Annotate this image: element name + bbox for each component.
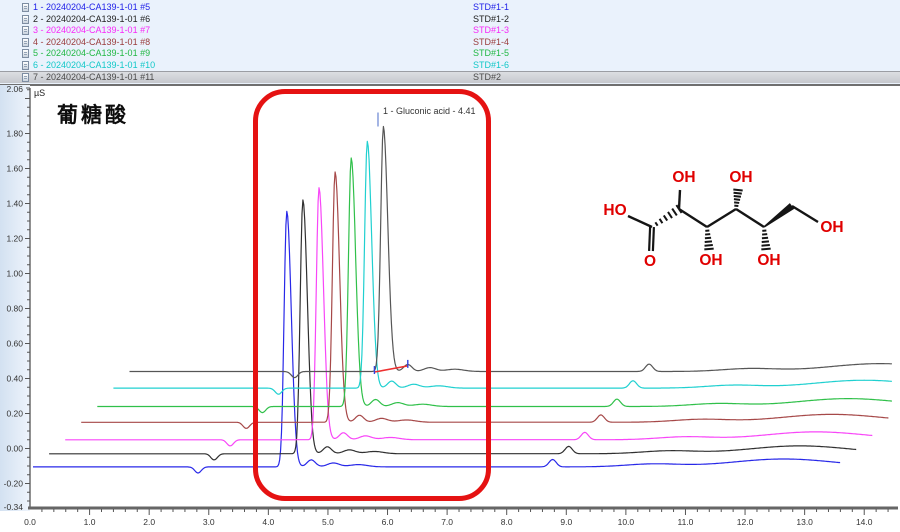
legend-row[interactable]: 6 - 20240204-CA139-1-01 #10 STD#1-6 — [0, 60, 900, 71]
hash-wedge-dash — [762, 245, 770, 246]
hash-wedge-dash — [734, 193, 742, 194]
x-tick-label: 1.0 — [84, 517, 96, 527]
legend-band: 1 - 20240204-CA139-1-01 #5STD#1-12 - 202… — [0, 0, 900, 86]
y-tick-label: 0.40 — [6, 374, 23, 384]
legend-row[interactable]: 4 - 20240204-CA139-1-01 #8 STD#1-4 — [0, 37, 900, 48]
solid-wedge-bond — [764, 203, 795, 228]
atom-label: O — [644, 253, 656, 270]
chromatogram-file-icon — [22, 26, 29, 35]
y-tick-label: 1.80 — [6, 129, 23, 139]
chromatogram-file-icon — [22, 49, 29, 58]
x-tick-label: 13.0 — [796, 517, 813, 527]
y-tick-label: 0.60 — [6, 339, 23, 349]
double-bond-line — [653, 227, 654, 251]
legend-sample-name: 2 - 20240204-CA139-1-01 #6 — [33, 14, 150, 25]
gluconic-acid-structure: HO O OH OH OH OH OH — [590, 148, 900, 283]
y-extreme-label: 2.06 — [6, 85, 23, 94]
bond-line — [628, 216, 652, 227]
bond-line — [679, 209, 707, 227]
chromatography-window: 1 - 20240204-CA139-1-01 #5STD#1-12 - 202… — [0, 0, 900, 532]
x-tick-label: 11.0 — [678, 517, 694, 527]
y-tick-label: 1.20 — [6, 234, 23, 244]
legend-row[interactable]: 5 - 20240204-CA139-1-01 #9 STD#1-5 — [0, 48, 900, 59]
y-axis-unit-label: µS — [34, 88, 45, 98]
legend-sample-name: 7 - 20240204-CA139-1-01 #11 — [33, 72, 154, 83]
red-highlight-annotation — [253, 89, 491, 501]
bond-line — [707, 209, 736, 227]
hash-wedge-dash — [668, 212, 672, 218]
bond-line — [792, 206, 818, 222]
x-tick-label: 9.0 — [560, 517, 572, 527]
legend-standard-name: STD#1-1 — [473, 2, 509, 13]
legend-standard-name: STD#2 — [473, 72, 501, 83]
atom-label: OH — [820, 219, 843, 236]
chromatogram-file-icon — [22, 15, 29, 24]
x-tick-label: 2.0 — [143, 517, 155, 527]
atom-label: OH — [757, 252, 780, 269]
atom-label: OH — [729, 169, 752, 186]
y-extreme-label: -0.34 — [4, 502, 24, 512]
x-tick-label: 6.0 — [382, 517, 394, 527]
legend-standard-name: STD#1-4 — [473, 37, 509, 48]
bond-line — [679, 190, 680, 209]
y-tick-label: -0.20 — [4, 479, 24, 489]
x-tick-label: 3.0 — [203, 517, 215, 527]
chromatogram-file-icon — [22, 61, 29, 70]
hash-wedge-dash — [660, 219, 663, 223]
hash-wedge-dash — [734, 199, 740, 200]
legend-sample-name: 6 - 20240204-CA139-1-01 #10 — [33, 60, 155, 71]
legend-standard-name: STD#1-2 — [473, 14, 509, 25]
y-tick-label: 1.60 — [6, 164, 23, 174]
atom-label: OH — [672, 169, 695, 186]
x-tick-label: 7.0 — [441, 517, 453, 527]
x-tick-label: 10.0 — [618, 517, 635, 527]
x-tick-label: 8.0 — [501, 517, 513, 527]
legend-row[interactable]: 2 - 20240204-CA139-1-01 #6 STD#1-2 — [0, 14, 900, 25]
chart-title: 葡糖酸 — [57, 99, 129, 129]
y-tick-label: 0.00 — [6, 444, 23, 454]
bond-line — [736, 209, 764, 227]
legend-row[interactable]: 7 - 20240204-CA139-1-01 #11 STD#2 — [0, 71, 900, 83]
legend-row[interactable]: 3 - 20240204-CA139-1-01 #7 STD#1-3 — [0, 25, 900, 36]
hash-wedge-dash — [704, 249, 713, 250]
x-tick-label: 14.0 — [856, 517, 873, 527]
x-tick-label: 12.0 — [737, 517, 754, 527]
legend-standard-name: STD#1-6 — [473, 60, 509, 71]
legend-standard-name: STD#1-5 — [473, 48, 509, 59]
legend-sample-name: 3 - 20240204-CA139-1-01 #7 — [33, 25, 150, 36]
hash-wedge-dash — [734, 196, 741, 197]
legend-standard-name: STD#1-3 — [473, 25, 509, 36]
double-bond-line — [649, 227, 650, 251]
hash-wedge-dash — [733, 190, 742, 191]
hash-wedge-dash — [705, 241, 712, 242]
hash-wedge-dash — [664, 215, 667, 220]
legend-sample-name: 1 - 20240204-CA139-1-01 #5 — [33, 2, 150, 13]
x-tick-label: 0.0 — [24, 517, 36, 527]
chromatogram-file-icon — [22, 73, 29, 82]
hash-wedge-dash — [734, 202, 739, 203]
hash-wedge-dash — [762, 241, 769, 242]
y-tick-label: 1.40 — [6, 199, 23, 209]
hash-wedge-dash — [762, 238, 768, 239]
x-tick-label: 5.0 — [322, 517, 334, 527]
chromatogram-file-icon — [22, 3, 29, 12]
hash-wedge-dash — [655, 222, 657, 225]
atom-label: HO — [603, 202, 626, 219]
hash-wedge-dash — [761, 249, 770, 250]
hash-wedge-dash — [705, 238, 711, 239]
y-tick-label: 0.20 — [6, 409, 23, 419]
legend-row[interactable]: 1 - 20240204-CA139-1-01 #5 STD#1-1 — [0, 2, 900, 13]
hash-wedge-dash — [705, 245, 713, 246]
chromatogram-file-icon — [22, 38, 29, 47]
legend-sample-name: 4 - 20240204-CA139-1-01 #8 — [33, 37, 150, 48]
y-tick-label: 0.80 — [6, 304, 23, 314]
y-tick-label: 1.00 — [6, 269, 23, 279]
x-tick-label: 4.0 — [262, 517, 274, 527]
atom-label: OH — [699, 252, 722, 269]
legend-sample-name: 5 - 20240204-CA139-1-01 #9 — [33, 48, 150, 59]
hash-wedge-dash — [672, 209, 677, 216]
